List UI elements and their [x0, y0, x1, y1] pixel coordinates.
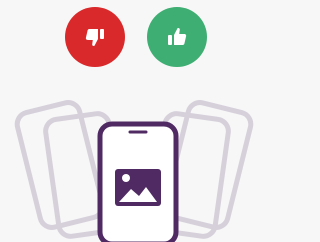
thumbs-up-icon	[165, 25, 189, 49]
thumbs-down-icon	[83, 25, 107, 49]
image-placeholder-icon	[115, 169, 161, 206]
like-button[interactable]	[147, 7, 207, 67]
dislike-button[interactable]	[65, 7, 125, 67]
swipe-illustration	[0, 90, 259, 242]
